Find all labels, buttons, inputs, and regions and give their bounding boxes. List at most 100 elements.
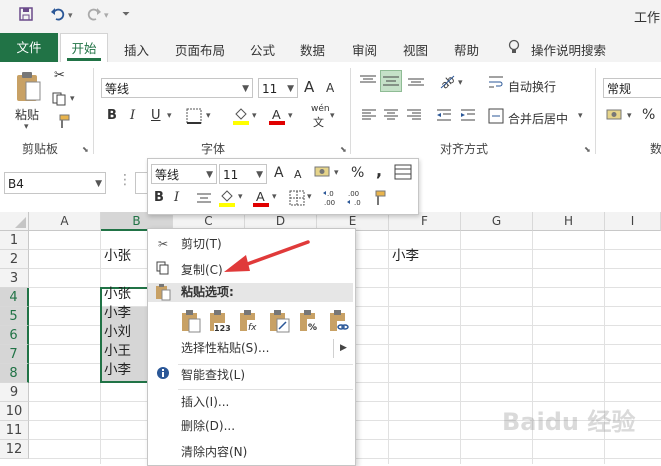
- menu-item-insert[interactable]: 插入(I)...: [148, 393, 353, 412]
- fill-color-dropdown-icon[interactable]: ▾: [252, 111, 257, 121]
- column-header[interactable]: I: [605, 212, 661, 231]
- menu-item-clear-contents[interactable]: 清除内容(N): [148, 443, 353, 462]
- mini-percent-button[interactable]: %: [351, 165, 364, 181]
- underline-dropdown-icon[interactable]: ▾: [167, 111, 172, 121]
- row-header-selected[interactable]: 8: [0, 364, 29, 383]
- merge-center-button[interactable]: 合并后居中: [508, 110, 568, 127]
- fill-color-icon[interactable]: [232, 106, 250, 130]
- mini-comma-button[interactable]: ,: [376, 161, 382, 180]
- mini-font-color-dropdown-icon[interactable]: ▾: [272, 192, 277, 202]
- increase-indent-icon[interactable]: [460, 108, 476, 126]
- font-name-combo[interactable]: 等线 ▼: [101, 78, 253, 98]
- mini-number-format-icon[interactable]: [314, 163, 332, 185]
- paste-transpose-icon[interactable]: [268, 309, 290, 333]
- currency-dropdown-icon[interactable]: ▾: [627, 111, 632, 121]
- row-header[interactable]: 12: [0, 440, 29, 459]
- tab-file[interactable]: 文件: [0, 33, 58, 62]
- align-middle-icon[interactable]: [380, 70, 402, 92]
- lightbulb-icon[interactable]: [507, 39, 521, 58]
- format-painter-icon[interactable]: [54, 114, 70, 134]
- undo-dropdown-icon[interactable]: ▾: [68, 11, 73, 21]
- percent-button[interactable]: %: [642, 107, 655, 123]
- redo-icon[interactable]: [86, 6, 102, 26]
- align-top-icon[interactable]: [359, 74, 377, 92]
- customize-qat-icon[interactable]: ⏷: [122, 9, 130, 20]
- column-header[interactable]: H: [533, 212, 605, 231]
- row-header-selected[interactable]: 7: [0, 345, 29, 364]
- mini-borders-icon[interactable]: [289, 190, 305, 210]
- font-launcher-icon[interactable]: ⬊: [340, 145, 347, 154]
- select-all-corner[interactable]: [0, 212, 29, 231]
- column-header[interactable]: A: [29, 212, 101, 231]
- menu-item-smart-lookup[interactable]: 智能查找(L): [148, 366, 353, 385]
- borders-dropdown-icon[interactable]: ▾: [206, 111, 211, 121]
- row-header-selected[interactable]: 5: [0, 307, 29, 326]
- undo-icon[interactable]: [50, 6, 66, 26]
- cell-B8[interactable]: 小李: [104, 361, 131, 380]
- clipboard-launcher-icon[interactable]: ⬊: [82, 145, 89, 154]
- tell-me-search[interactable]: 操作说明搜索: [531, 40, 606, 59]
- align-right-icon[interactable]: [406, 108, 422, 126]
- alignment-launcher-icon[interactable]: ⬊: [584, 145, 591, 154]
- row-header[interactable]: 2: [0, 250, 29, 269]
- paste-dropdown-icon[interactable]: ▾: [24, 122, 29, 132]
- redo-dropdown-icon[interactable]: ▾: [104, 11, 109, 21]
- cell-B6[interactable]: 小刘: [104, 323, 131, 342]
- tab-view[interactable]: 视图: [403, 40, 428, 59]
- mini-bold-button[interactable]: B: [154, 190, 164, 205]
- mini-shrink-font-button[interactable]: A: [294, 168, 302, 181]
- italic-button[interactable]: I: [130, 108, 135, 123]
- paste-formulas-icon[interactable]: fx: [238, 309, 260, 333]
- mini-merge-icon[interactable]: [394, 164, 412, 184]
- paste-icon[interactable]: [180, 309, 202, 333]
- cell-B2[interactable]: 小张: [104, 247, 131, 266]
- orientation-dropdown-icon[interactable]: ▾: [458, 78, 463, 88]
- align-center-icon[interactable]: [383, 108, 399, 126]
- decrease-indent-icon[interactable]: [436, 108, 452, 126]
- row-header[interactable]: 11: [0, 421, 29, 440]
- wrap-text-button[interactable]: 自动换行: [508, 78, 556, 95]
- number-format-combo[interactable]: 常规: [603, 78, 661, 98]
- copy-dropdown-icon[interactable]: ▾: [70, 94, 75, 104]
- cell-B5[interactable]: 小李: [104, 304, 131, 323]
- align-bottom-icon[interactable]: [407, 74, 425, 92]
- tab-data[interactable]: 数据: [300, 40, 325, 59]
- orientation-icon[interactable]: ab: [438, 72, 457, 94]
- copy-icon[interactable]: [52, 92, 68, 110]
- currency-icon[interactable]: [606, 107, 624, 127]
- borders-icon[interactable]: [186, 108, 202, 128]
- mini-increase-decimal-icon[interactable]: .0.00: [322, 189, 342, 211]
- mini-fill-color-dropdown-icon[interactable]: ▾: [238, 192, 243, 202]
- font-color-dropdown-icon[interactable]: ▾: [288, 111, 293, 121]
- tab-help[interactable]: 帮助: [454, 40, 479, 59]
- mini-font-name-combo[interactable]: 等线 ▼: [151, 164, 217, 184]
- mini-font-color-icon[interactable]: A: [252, 188, 270, 212]
- tab-review[interactable]: 审阅: [352, 40, 377, 59]
- row-header[interactable]: 1: [0, 231, 29, 250]
- menu-item-delete[interactable]: 删除(D)...: [148, 417, 353, 436]
- tab-formulas[interactable]: 公式: [250, 40, 275, 59]
- mini-format-painter-icon[interactable]: [369, 189, 387, 211]
- mini-italic-button[interactable]: I: [174, 190, 179, 205]
- row-header[interactable]: 10: [0, 402, 29, 421]
- phonetic-dropdown-icon[interactable]: ▾: [330, 111, 335, 121]
- name-box[interactable]: B4 ▼: [4, 172, 106, 194]
- mini-fill-color-icon[interactable]: [218, 188, 236, 212]
- paste-button[interactable]: 粘贴: [15, 106, 39, 123]
- save-icon[interactable]: [18, 6, 34, 26]
- row-header[interactable]: 3: [0, 269, 29, 288]
- bold-button[interactable]: B: [107, 108, 117, 123]
- wrap-text-icon[interactable]: [488, 74, 504, 94]
- underline-button[interactable]: U: [151, 108, 161, 123]
- shrink-font-button[interactable]: A: [326, 81, 334, 95]
- font-size-combo[interactable]: 11 ▼: [258, 78, 298, 98]
- mini-decrease-decimal-icon[interactable]: .00.0: [346, 189, 366, 211]
- cell-B4[interactable]: 小张: [104, 285, 131, 304]
- merge-dropdown-icon[interactable]: ▾: [578, 111, 583, 121]
- font-color-icon[interactable]: A: [268, 106, 286, 130]
- tab-page-layout[interactable]: 页面布局: [175, 40, 225, 59]
- mini-grow-font-button[interactable]: A: [274, 165, 284, 181]
- cell-B7[interactable]: 小王: [104, 342, 131, 361]
- grow-font-button[interactable]: A: [304, 78, 314, 96]
- cut-icon[interactable]: ✂: [54, 68, 65, 83]
